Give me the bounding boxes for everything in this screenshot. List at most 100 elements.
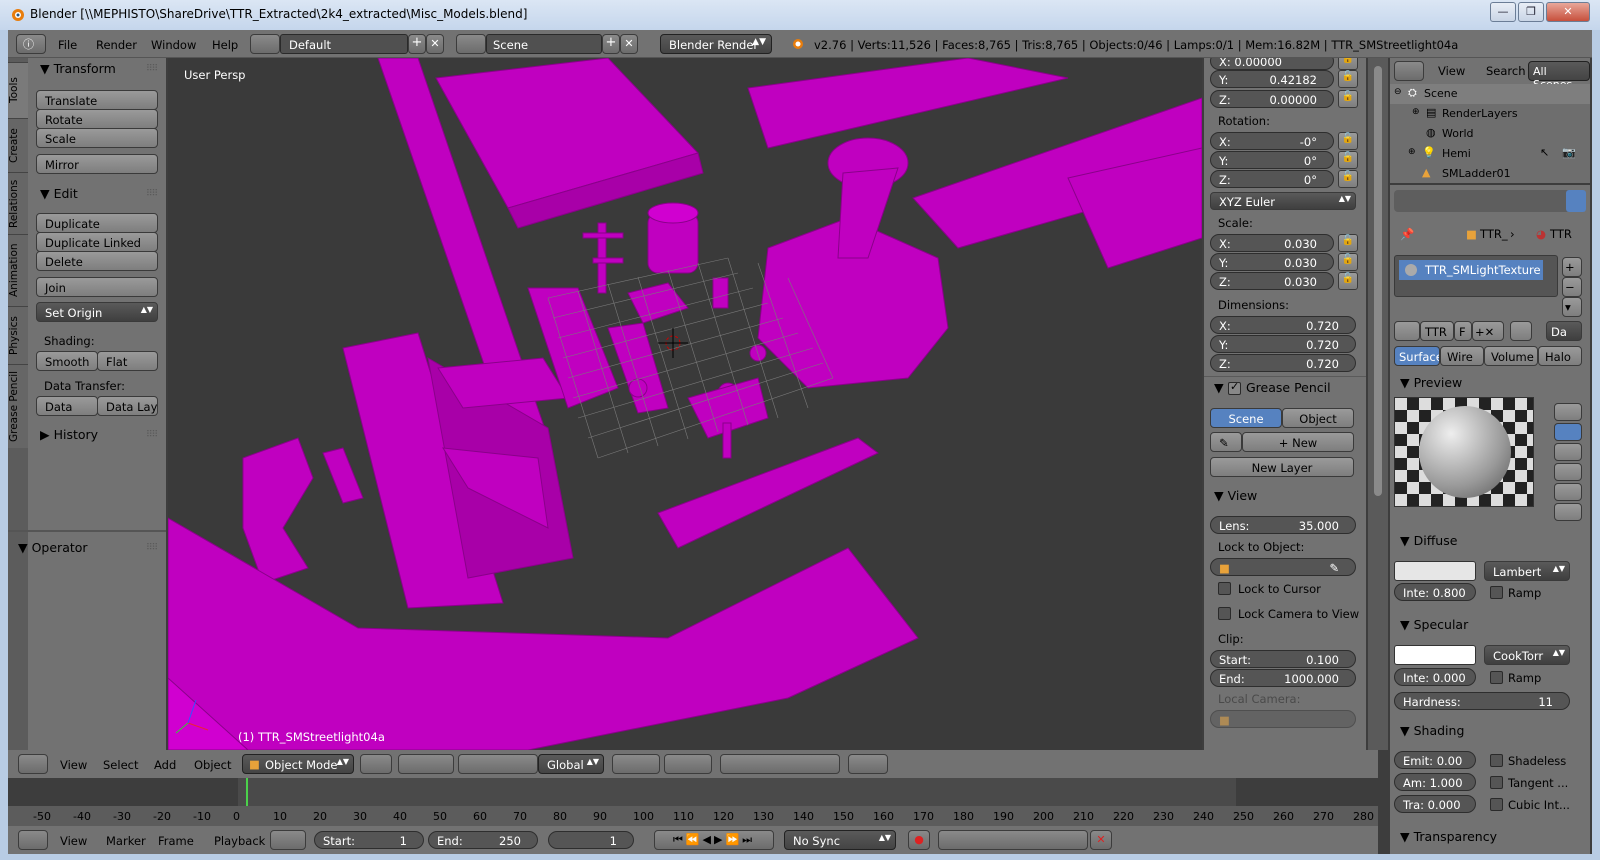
expand-icon[interactable]: ⊕ (1408, 147, 1416, 157)
translate-button[interactable]: Translate (36, 90, 158, 110)
screen-layout-icon[interactable] (250, 34, 280, 54)
cubic-checkbox[interactable] (1490, 798, 1503, 811)
edit-panel-header[interactable]: ▼ Edit (40, 186, 78, 201)
specular-color-swatch[interactable] (1394, 645, 1476, 665)
rotation-mode-select[interactable]: XYZ Euler ▲▼ (1210, 192, 1356, 210)
orientation-select[interactable]: Global ▲▼ (538, 754, 604, 774)
rotate-button[interactable]: Rotate (36, 109, 158, 129)
manipulator-icons[interactable] (458, 754, 538, 774)
specular-intensity-field[interactable]: Inte: 0.000 (1394, 668, 1476, 686)
lock-icon[interactable]: 🔓 (1338, 58, 1358, 70)
location-y-field[interactable]: Y: 0.42182 (1210, 70, 1334, 88)
minimize-button[interactable]: — (1490, 2, 1516, 22)
scene-field[interactable]: Scene (486, 34, 602, 54)
mirror-button[interactable]: Mirror (36, 154, 158, 174)
pivot-icon[interactable] (398, 754, 454, 774)
3d-viewport[interactable]: User Persp (1) TTR_SMStreetlight04a (168, 58, 1202, 750)
screen-layout-field[interactable]: Default (280, 34, 408, 54)
cursor-icon[interactable]: ↖ (1540, 146, 1549, 159)
object-menu[interactable]: Object (194, 758, 231, 772)
preview-monkey-icon[interactable] (1554, 463, 1582, 481)
slot-menu-button[interactable]: ▾ (1562, 297, 1582, 317)
lock-cursor-checkbox[interactable] (1218, 582, 1231, 595)
lock-camera-checkbox[interactable] (1218, 607, 1231, 620)
lock-icon[interactable]: 🔓 (1338, 234, 1358, 252)
layer-buttons-1[interactable] (612, 754, 660, 774)
grease-object-button[interactable]: Object (1282, 408, 1354, 428)
transform-panel-header[interactable]: ▼ Transform (40, 61, 116, 76)
rotation-y-field[interactable]: Y: 0° (1210, 151, 1334, 169)
dimension-x-field[interactable]: X: 0.720 (1210, 316, 1356, 334)
preview-sphere-icon[interactable] (1554, 423, 1582, 441)
snap-tools[interactable] (720, 754, 840, 774)
grease-scene-button[interactable]: Scene (1210, 408, 1282, 428)
outliner-row[interactable]: ⊖ ⛭ Scene (1390, 84, 1590, 104)
keying-set-field[interactable] (938, 830, 1088, 850)
properties-context-tabs[interactable] (1394, 190, 1586, 212)
lock-object-field[interactable]: ■ ✎ (1210, 558, 1356, 576)
sync-select[interactable]: No Sync ▲▼ (784, 830, 896, 850)
hardness-field[interactable]: Hardness: 11 (1394, 692, 1570, 710)
menu-help[interactable]: Help (212, 38, 238, 52)
outliner-row[interactable]: ⊕ ▤ RenderLayers (1390, 104, 1590, 124)
close-window-button[interactable]: ✕ (1546, 2, 1590, 22)
playback-controls[interactable]: ⏮⏪◀▶⏩⏭ (654, 830, 774, 850)
scale-y-field[interactable]: Y: 0.030 (1210, 253, 1334, 271)
tab-grease-pencil[interactable]: Grease Pencil (8, 364, 28, 448)
set-origin-select[interactable]: Set Origin ▲▼ (36, 302, 158, 322)
add-screen-button[interactable]: + (408, 34, 426, 54)
preview-panel-header[interactable]: ▼ Preview (1400, 375, 1462, 390)
tab-create[interactable]: Create (8, 118, 28, 172)
grease-pencil-checkbox[interactable]: ✓ (1228, 380, 1241, 395)
smooth-button[interactable]: Smooth (36, 351, 98, 371)
layer-buttons-2[interactable] (664, 754, 712, 774)
material-name-field[interactable]: TTR (1420, 321, 1454, 341)
diffuse-panel-header[interactable]: ▼ Diffuse (1400, 533, 1457, 548)
record-icon[interactable]: ● (908, 830, 930, 850)
n-panel-scrollbar[interactable] (1368, 58, 1388, 750)
rotation-z-field[interactable]: Z: 0° (1210, 170, 1334, 188)
specular-panel-header[interactable]: ▼ Specular (1400, 617, 1468, 632)
ambient-field[interactable]: Am: 1.000 (1394, 773, 1476, 791)
lens-field[interactable]: Lens: 35.000 (1210, 516, 1356, 534)
drag-grip-icon[interactable]: ⠿⠿ (146, 543, 158, 553)
mode-select[interactable]: ■ Object Mode ▲▼ (242, 754, 354, 774)
lock-icon[interactable]: 🔓 (1338, 272, 1358, 290)
history-panel-header[interactable]: ▶ History (40, 427, 98, 442)
marker-menu[interactable]: Marker (106, 834, 146, 848)
playback-menu[interactable]: Playback (214, 834, 265, 848)
lock-icon[interactable]: 🔓 (1338, 70, 1358, 88)
specular-ramp-checkbox[interactable] (1490, 671, 1503, 684)
outliner-menu-view[interactable]: View (1438, 64, 1465, 78)
lock-icon[interactable]: 🔓 (1338, 90, 1358, 108)
diffuse-intensity-field[interactable]: Inte: 0.800 (1394, 583, 1476, 601)
grease-new-button[interactable]: + New (1242, 432, 1354, 452)
breadcrumb-object[interactable]: TTR_ (1480, 227, 1508, 241)
expand-icon[interactable]: ⊕ (1412, 107, 1420, 117)
view-menu[interactable]: View (60, 758, 87, 772)
translucency-field[interactable]: Tra: 0.000 (1394, 795, 1476, 813)
data-layout-button[interactable]: Data Layo (97, 396, 158, 416)
remove-screen-button[interactable]: ✕ (426, 34, 444, 54)
clip-end-field[interactable]: End: 1000.000 (1210, 669, 1356, 687)
breadcrumb-material[interactable]: TTR (1550, 227, 1572, 241)
material-slot-list[interactable]: TTR_SMLightTexture (1394, 255, 1558, 297)
outliner-filter-select[interactable]: All Scenes (1528, 61, 1590, 91)
keying-remove-icon[interactable]: ✕ (1090, 830, 1112, 850)
node-icon[interactable] (1510, 321, 1532, 341)
location-x-field[interactable]: X: 0.00000 (1210, 58, 1334, 70)
preview-sky-icon[interactable] (1554, 503, 1582, 521)
diffuse-ramp-checkbox[interactable] (1490, 586, 1503, 599)
scrollbar-thumb[interactable] (1374, 66, 1382, 496)
tangent-checkbox[interactable] (1490, 776, 1503, 789)
preview-flat-icon[interactable] (1554, 403, 1582, 421)
volume-tab[interactable]: Volume (1484, 346, 1538, 366)
material-tab-icon[interactable] (1566, 190, 1586, 212)
scale-button[interactable]: Scale (36, 128, 158, 148)
menu-window[interactable]: Window (151, 38, 196, 52)
outliner-row[interactable]: ▲ SMLadder01 (1390, 164, 1590, 183)
shading-mode-icon[interactable] (360, 754, 392, 774)
delete-button[interactable]: Delete (36, 251, 158, 271)
editor-type-timeline-button[interactable] (18, 830, 48, 850)
shading-panel-header[interactable]: ▼ Shading (1400, 723, 1464, 738)
